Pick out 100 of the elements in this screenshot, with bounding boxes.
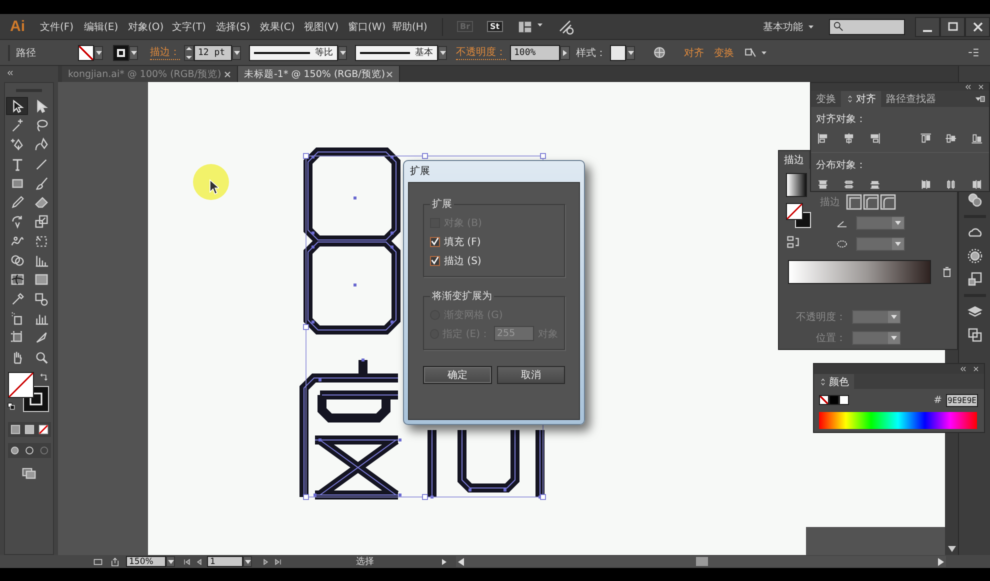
menu-item[interactable]: 文件(F)	[40, 20, 84, 34]
variable-width-profile[interactable]: 等比	[249, 44, 338, 60]
panel-tab[interactable]: 描边	[779, 151, 809, 169]
maximize-button[interactable]	[940, 16, 965, 36]
close-icon[interactable]	[386, 70, 393, 78]
dropdown[interactable]	[852, 330, 901, 344]
collapse-icon[interactable]	[959, 365, 967, 373]
scroll-right-arrow-icon[interactable]	[938, 558, 944, 566]
mesh-icon[interactable]	[10, 272, 24, 288]
menu-item[interactable]: 帮助(H)	[392, 20, 436, 34]
spray-can-icon[interactable]	[10, 310, 24, 326]
stroke-across-icon[interactable]	[880, 194, 896, 210]
menu-item[interactable]: 视图(V)	[304, 20, 348, 34]
play-icon[interactable]	[440, 558, 448, 566]
last-page-icon[interactable]	[274, 558, 282, 566]
menu-item[interactable]: 窗口(W)	[348, 20, 392, 34]
dropdown-button[interactable]	[94, 46, 103, 60]
none-swatch[interactable]	[819, 395, 829, 405]
previous-page-icon[interactable]	[195, 558, 203, 566]
zoom-field[interactable]: 150%	[126, 556, 166, 567]
close-icon[interactable]	[977, 83, 985, 91]
stepped-bars-icon[interactable]	[34, 253, 48, 268]
align-left-icon[interactable]	[817, 131, 829, 146]
isolate-icon[interactable]	[744, 46, 757, 59]
stroke-link[interactable]: 描边：	[150, 45, 180, 60]
scroll-down-arrow-icon[interactable]	[948, 546, 956, 552]
scroll-left-arrow-icon[interactable]	[458, 558, 464, 566]
draw-normal-icon[interactable]	[10, 445, 20, 456]
scale-icon[interactable]	[34, 214, 48, 230]
fill-swatch[interactable]	[78, 44, 94, 60]
eyedropper-icon[interactable]	[10, 292, 24, 307]
next-page-icon[interactable]	[262, 558, 270, 566]
checkbox[interactable]	[430, 256, 440, 266]
fill-stroke-swatch[interactable]	[7, 372, 51, 414]
brush-definition[interactable]: 基本	[355, 44, 438, 60]
swatch[interactable]	[829, 395, 839, 405]
swatch[interactable]	[839, 395, 849, 405]
fill-stroke-swatch[interactable]	[786, 203, 812, 229]
pen-icon[interactable]	[10, 137, 24, 152]
down-arrow-icon[interactable]	[185, 54, 193, 60]
close-button[interactable]	[965, 16, 990, 36]
screen-mode-icon[interactable]	[20, 466, 38, 480]
dropdown-button[interactable]	[243, 556, 252, 567]
stroke-within-icon[interactable]	[846, 194, 862, 210]
color-spectrum[interactable]	[819, 412, 977, 429]
opacity-slider-button[interactable]	[560, 46, 570, 60]
ok-button[interactable]: 确定	[423, 366, 492, 384]
magic-wand-icon[interactable]	[10, 118, 24, 133]
sync-icon[interactable]	[558, 18, 574, 34]
gradient-mode-icon[interactable]	[24, 424, 34, 436]
panel-menu-icon[interactable]	[974, 94, 986, 104]
page-field[interactable]: 1	[207, 556, 243, 567]
curvature-pen-icon[interactable]	[34, 137, 48, 152]
collapse-icon[interactable]	[6, 69, 14, 77]
dropdown-button[interactable]	[232, 46, 241, 60]
sun-icon[interactable]	[966, 248, 982, 264]
menu-item[interactable]: 选择(S)	[216, 20, 260, 34]
overlapping-squares-icon[interactable]	[966, 327, 982, 343]
transform-link[interactable]: 变换	[714, 46, 734, 60]
caret-icon[interactable]	[807, 22, 815, 30]
close-icon[interactable]	[224, 70, 231, 78]
caret-icon[interactable]	[536, 21, 544, 29]
graphic-style-swatch[interactable]	[610, 44, 626, 60]
share-icon[interactable]	[110, 556, 120, 566]
sort-arrows-icon[interactable]	[846, 94, 854, 104]
layout-icon[interactable]	[516, 20, 533, 34]
search-field[interactable]	[829, 18, 905, 34]
export-squares-icon[interactable]	[966, 271, 982, 287]
align-right-icon[interactable]	[868, 131, 880, 146]
draw-behind-icon[interactable]	[24, 445, 34, 456]
stroke-along-icon[interactable]	[863, 194, 879, 210]
document-tab[interactable]: 未标题-1* @ 150% (RGB/预览)	[238, 66, 400, 82]
pencil-icon[interactable]	[10, 195, 24, 210]
stroke-weight-field[interactable]: 12 pt	[194, 44, 232, 60]
distribute-horizontal-center-icon[interactable]	[945, 177, 958, 192]
dropdown-button[interactable]	[338, 46, 347, 60]
shape-builder-icon[interactable]	[10, 253, 24, 268]
workspace-switcher[interactable]: 基本功能	[763, 20, 803, 34]
collapse-icon[interactable]	[964, 83, 972, 91]
zoom-icon[interactable]	[34, 350, 48, 364]
distribute-left-icon[interactable]	[920, 177, 932, 192]
appearance-icon[interactable]	[966, 192, 982, 208]
brush-icon[interactable]	[34, 176, 48, 191]
dropdown-button[interactable]	[626, 46, 635, 60]
up-arrow-icon[interactable]	[185, 46, 193, 50]
stock-button[interactable]: St	[487, 21, 503, 32]
scroll-thumb[interactable]	[696, 557, 708, 566]
color-mode-icon[interactable]	[10, 424, 20, 436]
panel-menu-icon[interactable]	[967, 46, 980, 59]
dropdown[interactable]	[856, 236, 905, 250]
panel-tab[interactable]: 颜色	[814, 374, 854, 389]
opacity-field[interactable]: 100%	[510, 44, 560, 60]
cancel-button[interactable]: 取消	[496, 366, 565, 384]
distribute-right-icon[interactable]	[971, 177, 983, 192]
dropdown-button[interactable]	[438, 46, 447, 60]
align-horizontal-center-icon[interactable]	[842, 131, 855, 146]
artboard-status-icon[interactable]	[92, 556, 104, 566]
line-icon[interactable]	[34, 156, 48, 172]
menu-item[interactable]: 效果(C)	[260, 20, 304, 34]
aspect-ratio-icon[interactable]	[834, 238, 850, 250]
